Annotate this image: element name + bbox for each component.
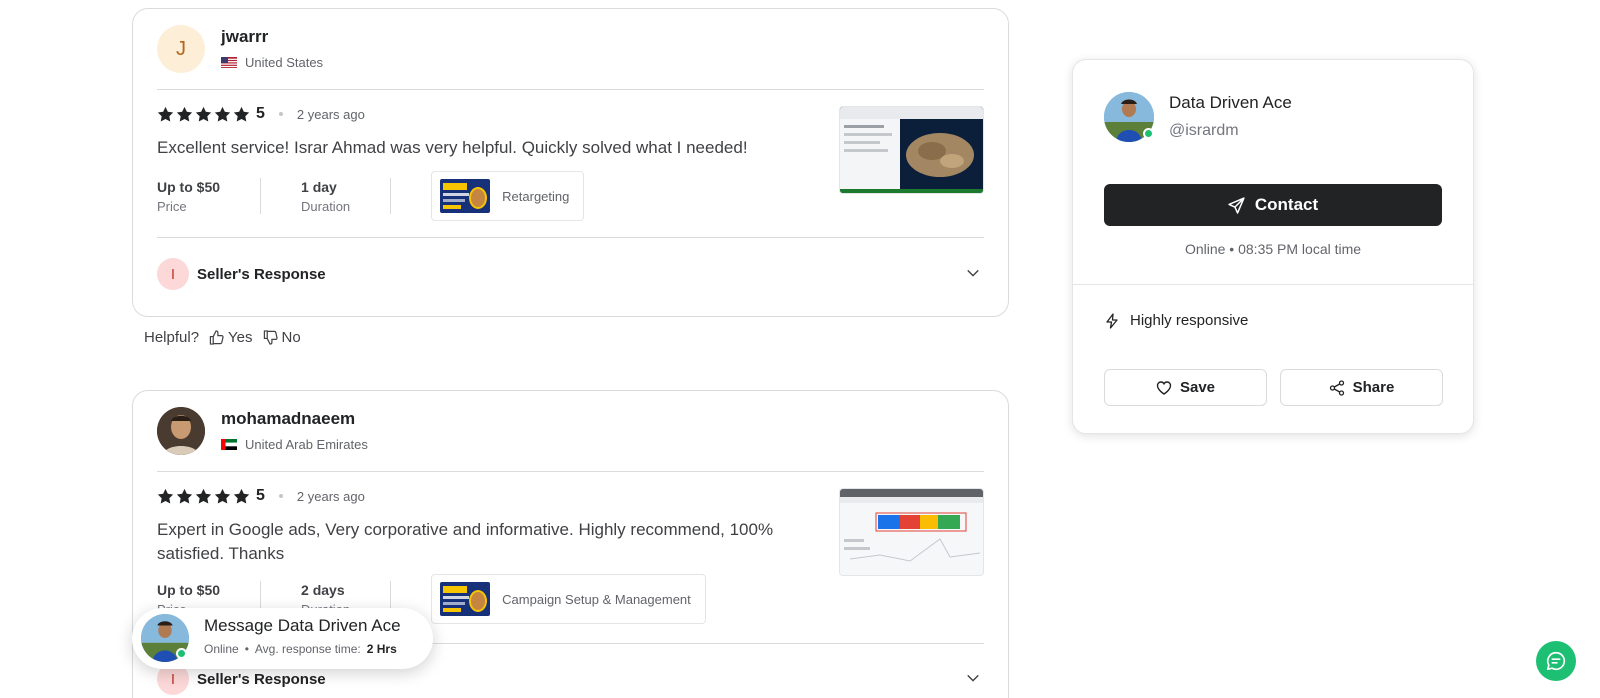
chat-button[interactable] [1536,641,1576,681]
reviewer-avatar: J [157,25,205,73]
price-label: Price [157,198,187,214]
chevron-down-icon[interactable] [966,266,980,280]
response-time-value: 2 Hrs [366,642,397,656]
save-label: Save [1179,379,1216,396]
helpful-yes-button[interactable]: Yes [209,329,253,346]
dot-separator: • [244,642,249,656]
save-button[interactable]: Save [1104,369,1267,406]
helpful-yes-label: Yes [228,329,253,346]
star-icon [214,106,231,123]
star-icon [214,488,231,505]
share-button[interactable]: Share [1280,369,1443,406]
seller-contact-card: Data Driven Ace @isrardm Contact Online … [1072,59,1474,434]
reviewer-country: United Arab Emirates [221,437,368,452]
helpful-label: Helpful? [144,329,200,346]
seller-handle: @isrardm [1169,122,1239,139]
divider [390,178,392,214]
gig-thumbnail [440,179,491,213]
reviewer-name: jwarrr [221,27,269,46]
review-text: Expert in Google ads, Very corporative a… [157,520,774,563]
review-date: 2 years ago [296,106,365,122]
gig-chip[interactable]: Retargeting [431,171,585,221]
review-text: Excellent service! Israr Ahmad was very … [157,138,748,157]
duration-value: 1 day [301,178,337,195]
helpful-no-label: No [281,329,301,346]
seller-response-label: Seller's Response [197,670,326,688]
star-icon [176,488,193,505]
online-label: Online [204,642,239,656]
online-indicator [176,648,187,659]
star-icon [233,488,250,505]
star-icon [157,488,174,505]
star-icon [195,488,212,505]
gig-title: Campaign Setup & Management [502,591,691,607]
contact-label: Contact [1254,195,1319,214]
seller-response-label: Seller's Response [197,265,326,283]
duration-block: 1 day Duration [301,179,350,214]
online-status: Online • 08:35 PM local time [1184,241,1362,257]
divider [157,237,984,238]
seller-response-toggle[interactable]: I Seller's Response [157,256,984,292]
contact-button[interactable]: Contact [1104,184,1442,226]
rating-row: 5 2 years ago [157,105,365,123]
responsive-label: Highly responsive [1130,312,1249,329]
star-icon [176,106,193,123]
dot-separator [278,112,283,116]
star-icon [195,106,212,123]
gig-title: Retargeting [502,188,570,204]
thumbs-down-icon [263,330,278,345]
chat-icon [1546,651,1566,671]
reviewer-country: United States [221,55,323,70]
lightning-icon [1106,312,1118,329]
thumbs-up-icon [209,330,224,345]
helpful-row: Helpful? Yes No [144,329,301,346]
review-date: 2 years ago [296,488,365,504]
message-seller-bubble[interactable]: Message Data Driven Ace Online • Avg. re… [132,608,433,669]
star-icon [233,106,250,123]
country-name: United Arab Emirates [245,437,368,452]
divider [157,89,984,90]
star-icon [157,106,174,123]
duration-value: 2 days [301,581,345,598]
reviewer-name: mohamadnaeem [221,409,356,428]
share-icon [1329,379,1344,396]
rating-value: 5 [256,105,265,122]
rating-row: 5 2 years ago [157,487,365,505]
online-indicator [1143,128,1154,139]
review-image[interactable] [839,488,984,576]
message-title: Message Data Driven Ace [204,616,401,635]
price-block: Up to $50 Price [157,179,220,214]
divider [260,178,262,214]
review-card: J jwarrr United States 5 2 years ago Exc… [132,8,1009,317]
price-value: Up to $50 [157,178,221,195]
share-label: Share [1352,379,1395,396]
chevron-down-icon[interactable] [966,671,980,685]
country-name: United States [245,55,324,70]
responsive-badge: Highly responsive [1104,312,1248,329]
message-status: Online • Avg. response time: 2 Hrs [204,642,397,656]
divider [157,471,984,472]
rating-value: 5 [256,487,265,504]
us-flag-icon [221,57,237,68]
uae-flag-icon [221,439,237,450]
helpful-no-button[interactable]: No [263,329,301,346]
gig-thumbnail [440,582,491,616]
seller-name: Data Driven Ace [1169,93,1292,112]
review-meta: Up to $50 Price 1 day Duration Retargeti… [157,171,585,221]
review-image[interactable] [839,106,984,194]
reviewer-avatar [157,407,205,455]
send-icon [1228,196,1245,214]
seller-response-avatar: I [157,258,189,290]
price-value: Up to $50 [157,581,221,598]
duration-label: Duration [301,198,351,214]
gig-chip[interactable]: Campaign Setup & Management [431,574,706,624]
response-time-label: Avg. response time: [254,642,361,656]
divider [1073,284,1473,285]
dot-separator [278,494,283,498]
heart-icon [1156,380,1172,395]
